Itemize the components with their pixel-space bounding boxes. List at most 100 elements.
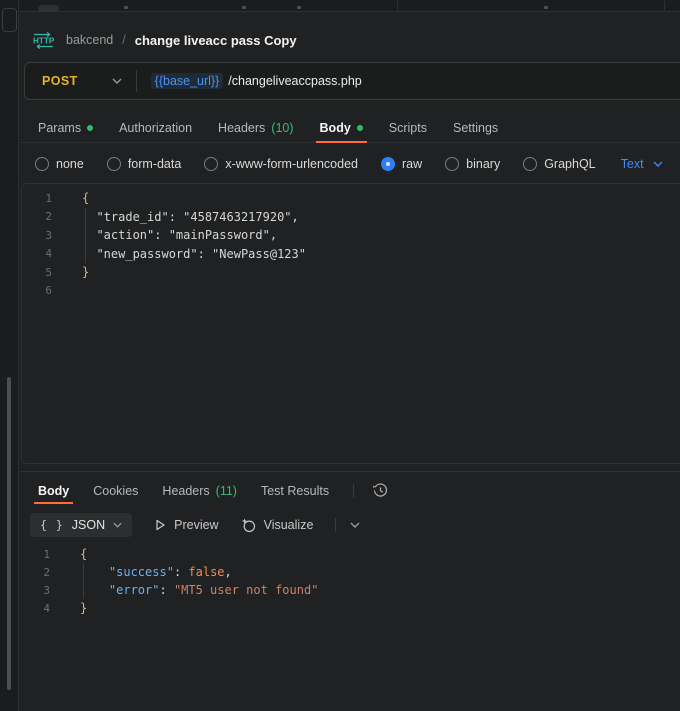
line-content: "new_password": "NewPass@123" (52, 247, 306, 261)
tab-count-badge: (11) (216, 484, 237, 498)
request-title[interactable]: change liveacc pass Copy (135, 33, 297, 48)
tab-settings[interactable]: Settings (453, 114, 498, 142)
raw-language-label: Text (621, 157, 644, 171)
code-line: 2 "success": false, (20, 563, 680, 581)
line-content: { (50, 547, 87, 561)
request-tabs: Params Authorization Headers (10) Body Script… (20, 114, 680, 143)
more-formats-chevron[interactable] (350, 522, 360, 528)
response-toolbar: { } JSON Preview Visuali (20, 513, 680, 537)
body-type-none[interactable]: none (35, 157, 84, 171)
code-line: 2 "trade_id": "4587463217920", (22, 208, 680, 227)
tab-headers[interactable]: Headers (10) (218, 114, 293, 142)
left-sidebar-rail (0, 0, 19, 711)
line-number: 4 (22, 247, 52, 260)
response-body-viewer[interactable]: 1{2 "success": false, 3 "error": "MT5 use… (20, 545, 680, 617)
line-number: 2 (22, 210, 52, 223)
tab-params[interactable]: Params (38, 114, 93, 142)
code-line: 1{ (22, 189, 680, 208)
breadcrumb-collection[interactable]: bakcend (66, 33, 113, 47)
line-content: "error": "MT5 user not found" (50, 583, 318, 597)
preview-button[interactable]: Preview (154, 518, 218, 532)
modified-dot (87, 125, 93, 131)
chevron-down-icon (653, 161, 663, 167)
tab-count-badge: (10) (271, 121, 293, 135)
url-input[interactable]: {{base_url}} /changeliveaccpass.php (137, 73, 680, 89)
play-triangle-icon (154, 519, 166, 531)
radio-label: form-data (128, 157, 182, 171)
response-tab-body[interactable]: Body (38, 478, 69, 503)
postman-app-window: HTTP bakcend / change liveacc pass Copy … (0, 0, 680, 711)
line-number: 3 (22, 229, 52, 242)
radio-icon (445, 157, 459, 171)
tab-label: Headers (218, 121, 265, 135)
history-clock-icon (372, 482, 389, 499)
response-tab-cookies[interactable]: Cookies (93, 478, 138, 503)
tab-label: Body (320, 121, 351, 135)
code-line: 1{ (20, 545, 680, 563)
line-content: "success": false, (50, 565, 232, 579)
code-line: 3 "action": "mainPassword", (22, 226, 680, 245)
sidebar-collapsed-item[interactable] (2, 8, 17, 32)
environment-variable-chip[interactable]: {{base_url}} (151, 73, 224, 89)
body-type-binary[interactable]: binary (445, 157, 500, 171)
body-type-x-www-form-urlencoded[interactable]: x-www-form-urlencoded (204, 157, 358, 171)
request-code-lines: 1{2 "trade_id": "4587463217920",3 "actio… (22, 189, 680, 300)
radio-icon (523, 157, 537, 171)
tab-icon-dot (124, 6, 128, 9)
active-request-tab-edge[interactable] (38, 5, 59, 11)
body-type-row: none form-data x-www-form-urlencoded raw bin… (20, 151, 680, 177)
curly-braces-icon: { } (40, 518, 64, 532)
radio-icon (107, 157, 121, 171)
main-panel: HTTP bakcend / change liveacc pass Copy … (20, 0, 680, 711)
line-content: } (52, 265, 89, 279)
line-number: 6 (22, 284, 52, 297)
tab-body[interactable]: Body (320, 114, 363, 142)
response-tab-test-results[interactable]: Test Results (261, 478, 329, 503)
radio-label: GraphQL (544, 157, 595, 171)
body-type-raw[interactable]: raw (381, 157, 422, 171)
response-tab-headers[interactable]: Headers(11) (162, 478, 237, 503)
chevron-down-icon (113, 522, 122, 528)
indent-guide (83, 563, 84, 599)
tab-scripts[interactable]: Scripts (389, 114, 427, 142)
body-type-graphql[interactable]: GraphQL (523, 157, 595, 171)
preview-label: Preview (174, 518, 218, 532)
method-dropdown[interactable]: POST (25, 74, 136, 88)
breadcrumb: HTTP bakcend / change liveacc pass Copy (30, 28, 680, 52)
request-tabbar-clipped (20, 0, 680, 12)
code-line: 5} (22, 263, 680, 282)
response-format-label: JSON (72, 518, 105, 532)
radio-label: x-www-form-urlencoded (225, 157, 358, 171)
tab-authorization[interactable]: Authorization (119, 114, 192, 142)
code-line: 6 (22, 282, 680, 301)
line-number: 3 (20, 584, 50, 597)
sidebar-scrollbar[interactable] (7, 377, 11, 690)
tab-icon-dot (544, 6, 548, 9)
line-number: 1 (20, 548, 50, 561)
radio-label: raw (402, 157, 422, 171)
radio-label: none (56, 157, 84, 171)
tab-label: Test Results (261, 484, 329, 498)
tabbar-separator (397, 1, 398, 10)
line-number: 1 (22, 192, 52, 205)
tab-label: Params (38, 121, 81, 135)
visualize-label: Visualize (264, 518, 314, 532)
response-code-lines: 1{2 "success": false, 3 "error": "MT5 use… (20, 545, 680, 617)
response-history-button[interactable] (372, 482, 389, 499)
response-section-divider[interactable] (20, 471, 680, 472)
request-body-editor[interactable]: 1{2 "trade_id": "4587463217920",3 "actio… (21, 183, 680, 464)
line-content: "trade_id": "4587463217920", (52, 210, 299, 224)
toolbar-separator (335, 518, 336, 532)
visualize-button[interactable]: Visualize (241, 518, 314, 533)
line-content: } (50, 601, 87, 615)
radio-icon (204, 157, 218, 171)
tab-label: Authorization (119, 121, 192, 135)
body-type-form-data[interactable]: form-data (107, 157, 182, 171)
raw-language-dropdown[interactable]: Text (621, 157, 663, 171)
response-format-dropdown[interactable]: { } JSON (30, 513, 132, 537)
http-method-icon: HTTP (30, 32, 57, 49)
code-line: 4} (20, 599, 680, 617)
radio-icon (35, 157, 49, 171)
url-bar: POST {{base_url}} /changeliveaccpass.php (24, 62, 680, 100)
response-tabs-separator (353, 484, 354, 498)
